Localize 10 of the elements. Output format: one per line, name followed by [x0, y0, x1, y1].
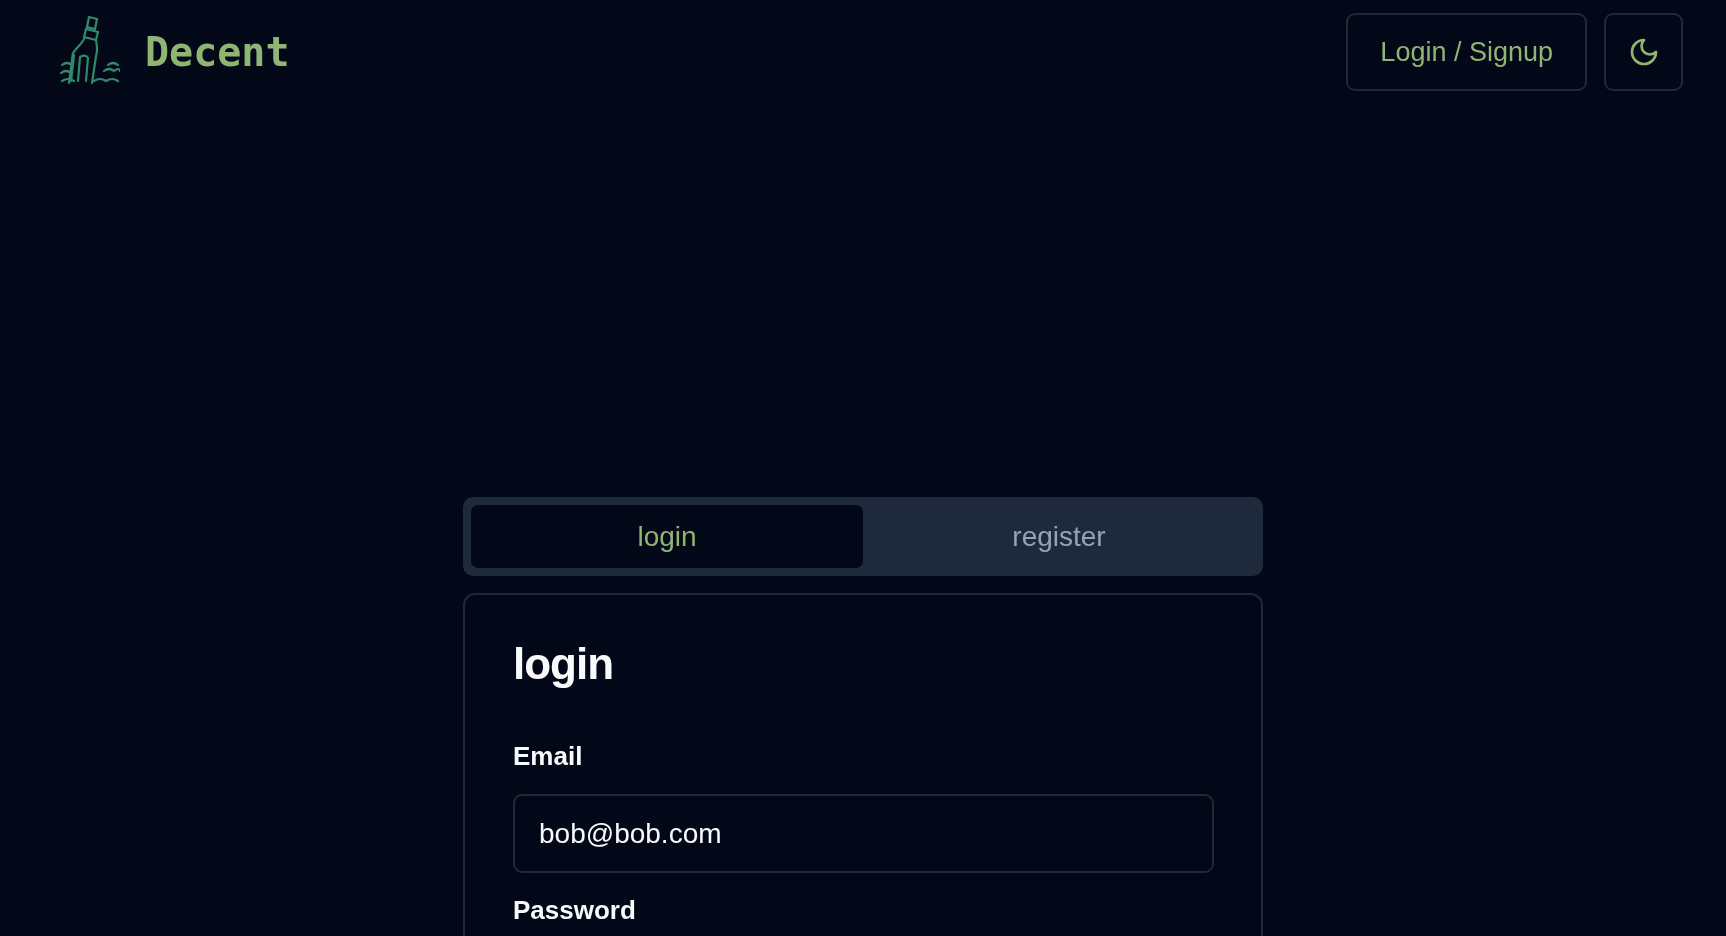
- login-signup-button[interactable]: Login / Signup: [1346, 13, 1587, 91]
- input-field[interactable]: bob@bob.com: [513, 794, 1214, 873]
- tab[interactable]: register: [863, 505, 1255, 568]
- form-title: login: [513, 639, 615, 689]
- bottle-logo-icon: [60, 15, 120, 87]
- brand-name: Decent: [145, 29, 290, 75]
- theme-toggle-button[interactable]: [1604, 13, 1683, 91]
- tab[interactable]: login: [471, 505, 863, 568]
- field-label: Password: [513, 895, 636, 926]
- field-label: Email: [513, 741, 583, 772]
